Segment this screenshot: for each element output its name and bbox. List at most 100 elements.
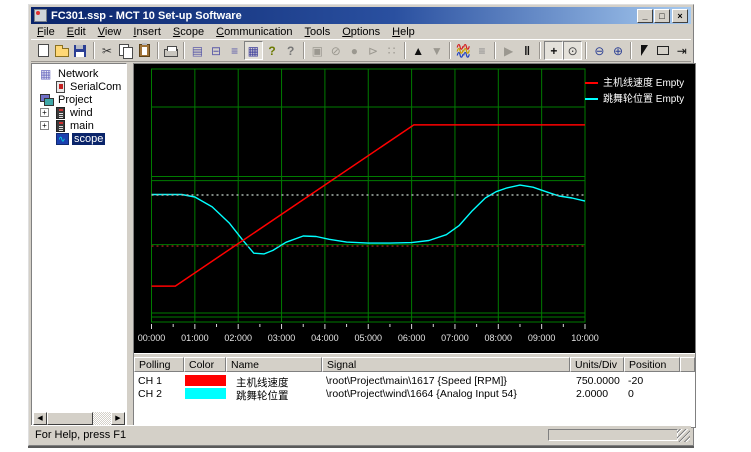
table-cell-signal: \root\Project\wind\1664 {Analog Input 54… xyxy=(322,388,570,401)
menu-item-view[interactable]: View xyxy=(92,25,128,39)
pointer-icon xyxy=(641,45,648,56)
maximize-button[interactable]: □ xyxy=(654,9,670,23)
zoom-out-button[interactable]: ⊖ xyxy=(590,41,609,60)
table-header-position[interactable]: Position xyxy=(624,357,680,372)
channel-color-swatch[interactable] xyxy=(185,375,226,386)
cut-button[interactable]: ✂ xyxy=(98,41,117,60)
tree-item-label: SerialCom xyxy=(68,81,123,93)
sync-button: ∷ xyxy=(382,41,401,60)
table-header-blank[interactable] xyxy=(680,357,695,372)
zoom-in-button[interactable]: ⊕ xyxy=(609,41,628,60)
open-icon xyxy=(55,48,69,57)
scope-chart[interactable]: 主机线速度 Empty跳舞轮位置 Empty 00:00001:00002:00… xyxy=(134,64,695,353)
pointer-button[interactable] xyxy=(635,41,654,60)
statusbar: For Help, press F1 xyxy=(31,425,691,443)
zoom-window-icon: ⊙ xyxy=(568,45,578,57)
channel-table[interactable]: PollingColorNameSignalUnits/DivPositionC… xyxy=(134,357,695,427)
write-to-drive-button: ⊳ xyxy=(364,41,383,60)
scope-view: 主机线速度 Empty跳舞轮位置 Empty 00:00001:00002:00… xyxy=(133,63,696,428)
table-view-button[interactable]: ▦ xyxy=(244,41,263,60)
move-up-button[interactable]: ▲ xyxy=(409,41,428,60)
resize-grip[interactable] xyxy=(677,429,690,442)
save-button[interactable] xyxy=(71,41,90,60)
minimize-button[interactable]: _ xyxy=(637,9,653,23)
open-button[interactable] xyxy=(53,41,72,60)
sidebar-item-scope[interactable]: scope xyxy=(32,132,126,145)
scrollbar-thumb[interactable] xyxy=(47,412,93,425)
table-header-units_div[interactable]: Units/Div xyxy=(570,357,624,372)
close-button[interactable]: × xyxy=(672,9,688,23)
tree-expander-icon[interactable]: + xyxy=(40,108,49,117)
project-tree[interactable]: NetworkSerialComProject+wind+mainscope ◀… xyxy=(31,63,127,428)
scroll-right-button[interactable]: ▶ xyxy=(111,412,125,425)
print-button[interactable] xyxy=(162,41,181,60)
scope-traces-button[interactable]: ∿∿∿∿∿∿ xyxy=(454,41,473,60)
window-title: FC301.ssp - MCT 10 Set-up Software xyxy=(51,10,242,22)
x-tick-label: 00:000 xyxy=(138,333,166,343)
menu-item-communication[interactable]: Communication xyxy=(210,25,298,39)
menu-item-scope[interactable]: Scope xyxy=(167,25,210,39)
parameters-button[interactable]: ▤ xyxy=(188,41,207,60)
legend-color-dash xyxy=(585,98,598,100)
toolbar-separator xyxy=(630,42,632,59)
x-tick-label: 09:000 xyxy=(528,333,556,343)
status-panel xyxy=(548,429,678,441)
table-header-polling[interactable]: Polling xyxy=(134,357,184,372)
menu-item-tools[interactable]: Tools xyxy=(299,25,337,39)
new-button[interactable] xyxy=(34,41,53,60)
list-view-button[interactable]: ≡ xyxy=(225,41,244,60)
zoom-window-button[interactable]: ⊙ xyxy=(563,41,582,60)
menu-item-options[interactable]: Options xyxy=(336,25,386,39)
help-button[interactable]: ? xyxy=(263,41,282,60)
sidebar-item-main[interactable]: +main xyxy=(32,119,126,132)
crosshair-button[interactable]: + xyxy=(544,41,563,60)
sync-icon: ∷ xyxy=(388,45,396,57)
sidebar-item-wind[interactable]: +wind xyxy=(32,106,126,119)
tree-expander-icon[interactable]: + xyxy=(40,121,49,130)
channel-color-swatch[interactable] xyxy=(185,388,226,399)
paste-button[interactable] xyxy=(135,41,154,60)
record-button: ● xyxy=(345,41,364,60)
table-header-name[interactable]: Name xyxy=(226,357,322,372)
table-header-signal[interactable]: Signal xyxy=(322,357,570,372)
move-down-icon: ▼ xyxy=(431,45,443,57)
tree-horizontal-scrollbar[interactable]: ◀ ▶ xyxy=(33,412,125,426)
titlebar[interactable]: FC301.ssp - MCT 10 Set-up Software _ □ × xyxy=(31,7,691,24)
grid-lines-button[interactable]: ≡ xyxy=(473,41,492,60)
project-icon xyxy=(40,94,53,106)
menu-item-edit[interactable]: Edit xyxy=(61,25,92,39)
menu-item-help[interactable]: Help xyxy=(386,25,421,39)
copy-button[interactable] xyxy=(116,41,135,60)
toolbar: ✂▤⊟≡▦??▣⊘●⊳∷▲▼∿∿∿∿∿∿≡▶‖+⊙⊖⊕⇥ xyxy=(31,39,691,62)
tree-rows: NetworkSerialComProject+wind+mainscope xyxy=(32,64,126,145)
toolbar-separator xyxy=(93,42,95,59)
sidebar-item-serialcom[interactable]: SerialCom xyxy=(32,80,126,93)
zoom-box-button[interactable] xyxy=(654,41,673,60)
zoom-in-icon: ⊕ xyxy=(613,45,623,57)
x-tick-label: 02:000 xyxy=(224,333,252,343)
zoom-box-icon xyxy=(657,46,669,55)
menubar: FileEditViewInsertScopeCommunicationTool… xyxy=(31,24,691,39)
app-window: FC301.ssp - MCT 10 Set-up Software _ □ ×… xyxy=(28,4,694,446)
table-header-color[interactable]: Color xyxy=(184,357,226,372)
menu-item-file[interactable]: File xyxy=(31,25,61,39)
serial-device-icon xyxy=(56,81,65,93)
table-cell-position: -20 xyxy=(624,375,680,388)
tree-item-label: scope xyxy=(72,133,105,145)
scroll-left-button[interactable]: ◀ xyxy=(33,412,47,425)
x-tick-label: 10:000 xyxy=(571,333,599,343)
tree-view-button[interactable]: ⊟ xyxy=(207,41,226,60)
sidebar-item-network[interactable]: Network xyxy=(32,67,126,80)
pause-button[interactable]: ‖ xyxy=(518,41,537,60)
menu-item-insert[interactable]: Insert xyxy=(127,25,167,39)
toolbar-separator xyxy=(539,42,541,59)
play-icon: ▶ xyxy=(504,45,513,57)
context-help-button[interactable]: ? xyxy=(281,41,300,60)
cut-icon: ✂ xyxy=(102,45,112,57)
legend-color-dash xyxy=(585,82,598,84)
print-icon xyxy=(164,49,178,57)
go-to-end-button[interactable]: ⇥ xyxy=(672,41,691,60)
toolbar-separator xyxy=(303,42,305,59)
scope-traces-icon: ∿∿∿∿∿∿ xyxy=(456,44,471,58)
sidebar-item-project[interactable]: Project xyxy=(32,93,126,106)
